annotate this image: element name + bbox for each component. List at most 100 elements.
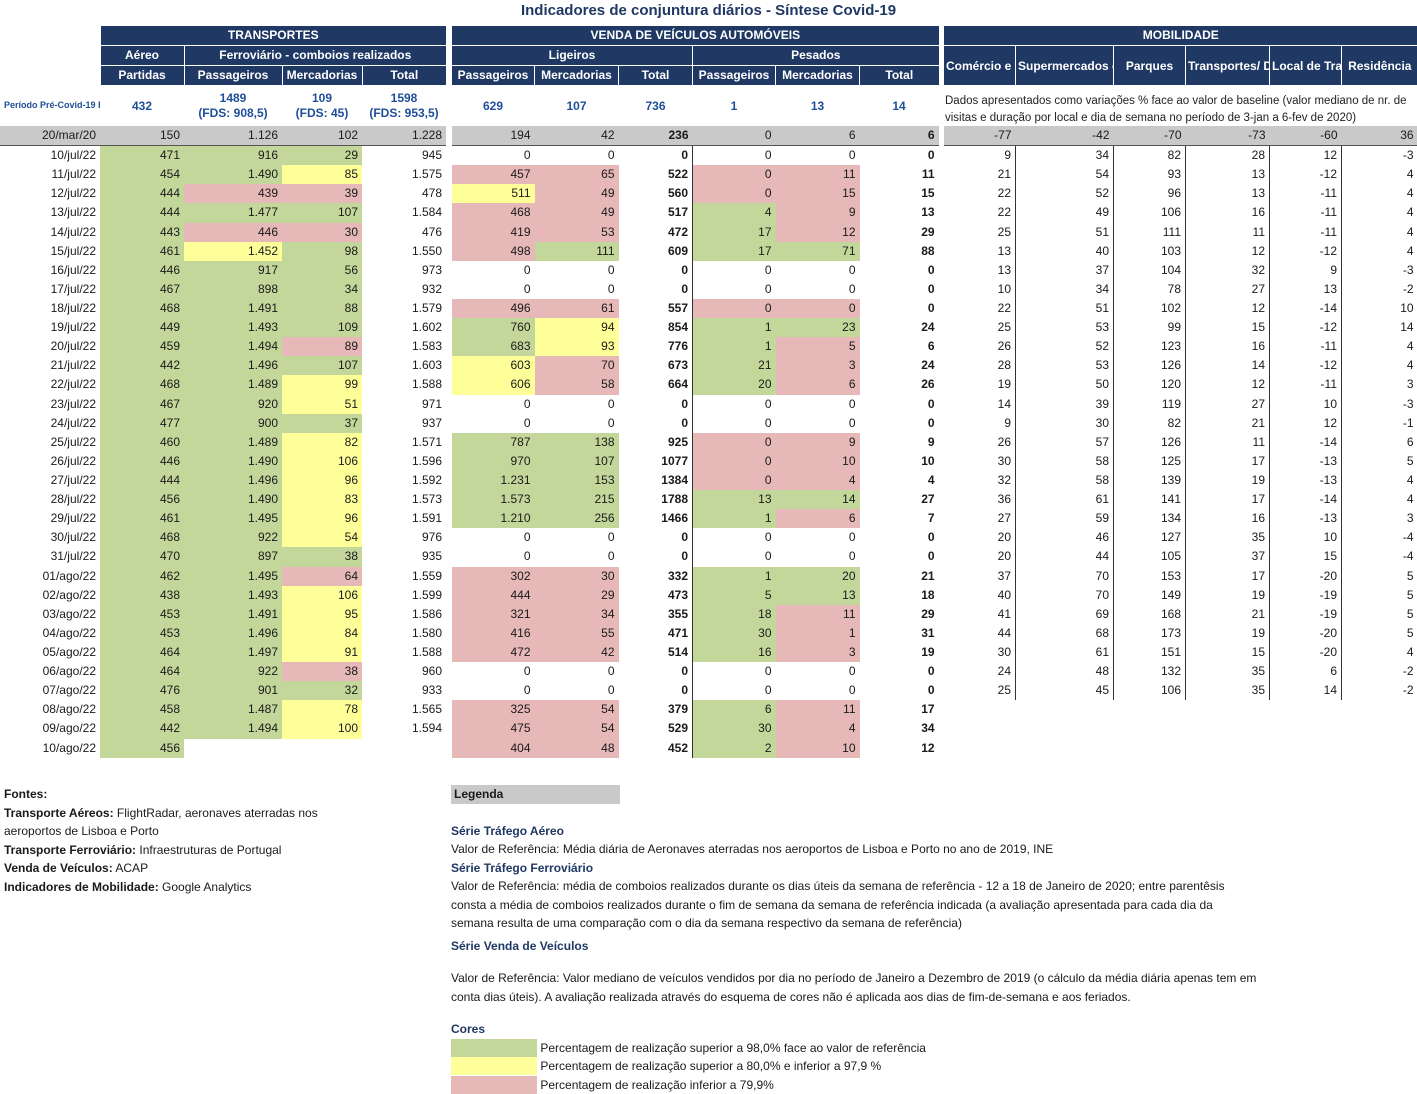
- bench-ferro-total: 1598(FDS: 953,5): [362, 86, 446, 127]
- mobility-cell: 17: [1186, 490, 1270, 509]
- mobility-cell: 27: [1186, 395, 1270, 414]
- mobility-cell: 22: [944, 203, 1016, 222]
- mobility-cell: 52: [1016, 184, 1114, 203]
- transport-cell: 933: [362, 681, 446, 700]
- sales-cell: 0: [860, 662, 939, 681]
- table-row: 2448132356-2: [944, 662, 1417, 681]
- transport-cell: 38: [282, 662, 362, 681]
- transport-cell: 449: [100, 318, 184, 337]
- date-cell: 21/jul/22: [0, 356, 100, 375]
- sales-cell: 49: [535, 203, 619, 222]
- mobility-cell: -14: [1270, 299, 1342, 318]
- table-row: 10/jul/2247191629945: [0, 146, 446, 166]
- mobility-cell: 99: [1114, 318, 1186, 337]
- sales-cell: 683: [452, 337, 535, 356]
- mobility-cell: 52: [1016, 337, 1114, 356]
- sales-cell: 302: [452, 567, 535, 586]
- transport-cell: 467: [100, 395, 184, 414]
- sales-cell: 12: [860, 739, 939, 758]
- transport-cell: 1.496: [184, 624, 282, 643]
- mobility-cell: 53: [1016, 318, 1114, 337]
- mobility-cell: 4: [1342, 490, 1417, 509]
- sales-cell: 153: [535, 471, 619, 490]
- sales-cell: 27: [860, 490, 939, 509]
- transport-cell: 922: [184, 528, 282, 547]
- sales-cell: 0: [452, 146, 535, 166]
- mobility-cell: 57: [1016, 433, 1114, 452]
- transport-cell: [184, 739, 282, 758]
- sales-cell: 215: [535, 490, 619, 509]
- sales-cell: 419: [452, 223, 535, 242]
- sales-cell: 23: [776, 318, 860, 337]
- mobility-cell: 12: [1186, 242, 1270, 261]
- transport-cell: 446: [100, 452, 184, 471]
- transport-cell: 898: [184, 280, 282, 299]
- transport-cell: 88: [282, 299, 362, 318]
- sales-cell: 24: [860, 318, 939, 337]
- legend-s3-text: Valor de Referência: Valor mediano de ve…: [451, 969, 1271, 1006]
- sales-cell: 0: [452, 395, 535, 414]
- sales-cell: 54: [535, 700, 619, 719]
- transport-cell: 971: [362, 395, 446, 414]
- sales-cell: 54: [535, 719, 619, 738]
- sales-cell: 404: [452, 739, 535, 758]
- legend-s2-title: Série Tráfego Ferroviário: [451, 859, 1291, 878]
- mobility-cell: 9: [1270, 261, 1342, 280]
- sales-cell: 0: [860, 299, 939, 318]
- mobility-cell: 26: [944, 433, 1016, 452]
- mobility-cell: 17: [1186, 452, 1270, 471]
- date-cell: 10/jul/22: [0, 146, 100, 166]
- sales-cell: 48: [535, 739, 619, 758]
- sales-cell: 0: [452, 261, 535, 280]
- sales-cell: 0: [693, 299, 776, 318]
- table-row: 285312614-124: [944, 356, 1417, 375]
- table-row: 934822812-3: [944, 146, 1417, 166]
- mobility-cell: 104: [1114, 261, 1186, 280]
- mobility-cell: 5: [1342, 605, 1417, 624]
- mobility-cell: 16: [1186, 203, 1270, 222]
- reference-row: 20/mar/20 1501.1261021.228: [0, 126, 446, 146]
- table-row: 20441053715-4: [944, 547, 1417, 566]
- mobility-cell: 10: [1270, 395, 1342, 414]
- transport-cell: 1.591: [362, 509, 446, 528]
- page-title: Indicadores de conjuntura diários - Sínt…: [0, 2, 1417, 19]
- sales-cell: 511: [452, 184, 535, 203]
- sales-cell: 7: [860, 509, 939, 528]
- transport-cell: 1.588: [362, 643, 446, 662]
- mobility-cell: 173: [1114, 624, 1186, 643]
- sales-cell: 603: [452, 356, 535, 375]
- transport-cell: 1.584: [362, 203, 446, 222]
- table-row: 19/jul/224491.4931091.602: [0, 318, 446, 337]
- mobility-cell: 30: [1016, 414, 1114, 433]
- sales-cell: 529: [619, 719, 693, 738]
- reference-row-mob: -77-42-70-73-6036: [944, 126, 1417, 146]
- transport-cell: 901: [184, 681, 282, 700]
- table-row: 6037067321324: [452, 356, 939, 375]
- mobility-cell: -11: [1270, 375, 1342, 394]
- table-row: 3255437961117: [452, 700, 939, 719]
- table-row: 224910616-114: [944, 203, 1417, 222]
- mobility-cell: -2: [1342, 280, 1417, 299]
- mobility-cell: 20: [944, 528, 1016, 547]
- sales-cell: 0: [452, 528, 535, 547]
- sales-cell: 664: [619, 375, 693, 394]
- table-row: 1.2311531384044: [452, 471, 939, 490]
- table-row: 26/jul/224461.4901061.596: [0, 452, 446, 471]
- transport-cell: 464: [100, 662, 184, 681]
- passageiros-header: Passageiros: [184, 66, 282, 86]
- sales-cell: 256: [535, 509, 619, 528]
- table-row: 5114956001515: [452, 184, 939, 203]
- mobility-cell: -1: [1342, 414, 1417, 433]
- mobility-cell: 20: [944, 547, 1016, 566]
- table-row: 49661557000: [452, 299, 939, 318]
- transport-cell: 51: [282, 395, 362, 414]
- mobility-cell: 11: [1186, 433, 1270, 452]
- transport-cell: 1.594: [362, 719, 446, 738]
- table-row: 06/ago/2246492238960: [0, 662, 446, 681]
- mobility-cell: 126: [1114, 433, 1186, 452]
- table-row: 29/jul/224611.495961.591: [0, 509, 446, 528]
- table-row: 000000: [452, 395, 939, 414]
- bench-lig-merc: 107: [535, 86, 619, 127]
- source-item: Venda de Veículos: ACAP: [4, 859, 334, 878]
- sales-cell: 13: [860, 203, 939, 222]
